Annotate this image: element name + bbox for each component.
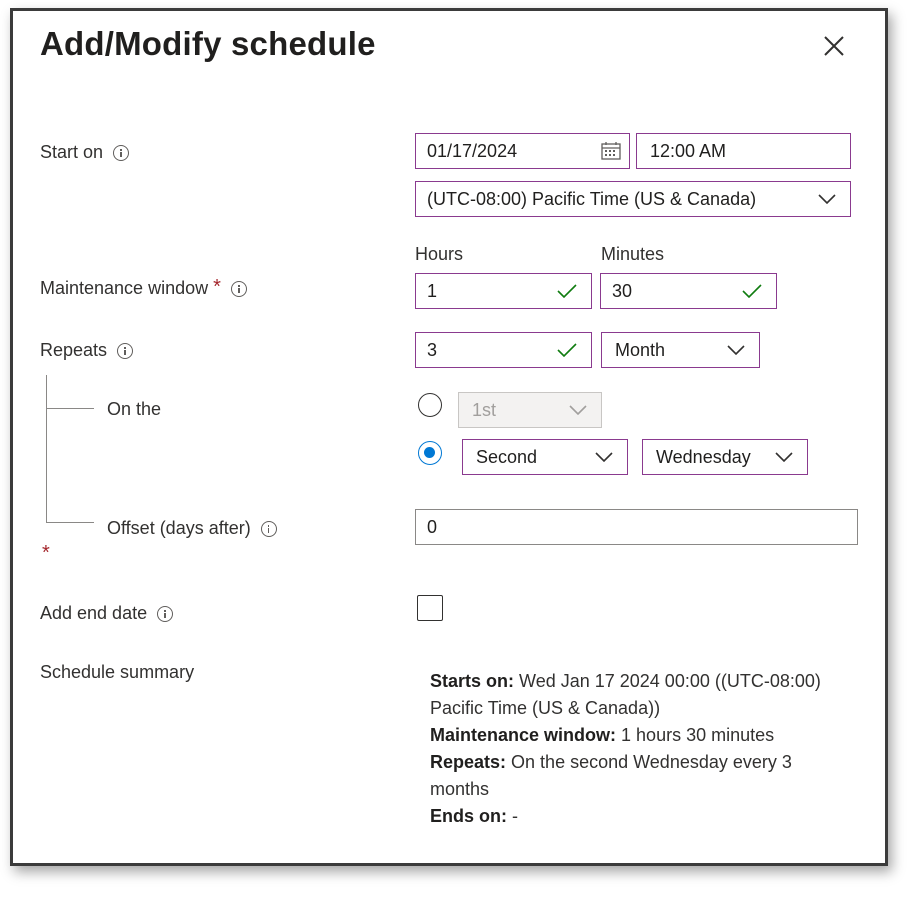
- repeats-label: Repeats: [40, 340, 134, 361]
- summary-repeats-label: Repeats:: [430, 752, 507, 772]
- start-time-input[interactable]: 12:00 AM: [636, 133, 851, 169]
- offset-label-text: Offset (days after): [107, 518, 251, 538]
- week-ordinal-value: Second: [476, 446, 538, 467]
- end-date-label-text: Add end date: [40, 603, 148, 623]
- minutes-input[interactable]: 30: [600, 273, 777, 309]
- hours-input[interactable]: 1: [415, 273, 592, 309]
- checkmark-icon: [557, 343, 577, 357]
- week-ordinal-dropdown[interactable]: Second: [462, 439, 628, 475]
- weekday-radio[interactable]: [418, 441, 442, 465]
- required-mark: *: [42, 542, 50, 564]
- start-on-label-text: Start on: [40, 142, 104, 162]
- repeats-unit-dropdown[interactable]: Month: [601, 332, 760, 368]
- tree-connector: [46, 375, 47, 523]
- summary-window: Maintenance window: 1 hours 30 minutes: [430, 722, 850, 749]
- calendar-icon[interactable]: [601, 142, 621, 160]
- hours-value: 1: [427, 280, 438, 301]
- summary-starts-on: Starts on: Wed Jan 17 2024 00:00 ((UTC-0…: [430, 668, 850, 722]
- day-of-month-radio[interactable]: [418, 393, 442, 417]
- minutes-value: 30: [612, 280, 633, 301]
- chevron-down-icon: [818, 194, 836, 204]
- minutes-label: Minutes: [601, 244, 665, 264]
- on-the-label: On the: [107, 399, 162, 419]
- summary-ends-on-label: Ends on:: [430, 806, 507, 826]
- checkmark-icon: [557, 284, 577, 298]
- tree-connector: [46, 522, 94, 523]
- hours-label: Hours: [415, 244, 464, 264]
- schedule-dialog: Add/Modify schedule Start on 01/17/2024 …: [10, 8, 888, 866]
- chevron-down-icon: [727, 345, 745, 355]
- required-mark: *: [213, 276, 221, 298]
- schedule-summary-label: Schedule summary: [40, 662, 195, 682]
- close-icon: [824, 36, 844, 56]
- summary-ends-on: Ends on: -: [430, 803, 850, 830]
- repeats-label-text: Repeats: [40, 340, 108, 360]
- close-button[interactable]: [821, 33, 847, 59]
- weekday-value: Wednesday: [656, 446, 751, 467]
- info-icon[interactable]: [157, 606, 174, 623]
- repeats-count-value: 3: [427, 339, 438, 360]
- start-time-value: 12:00 AM: [650, 140, 727, 161]
- day-of-month-dropdown: 1st: [458, 392, 602, 428]
- checkmark-icon: [742, 284, 762, 298]
- end-date-label: Add end date: [40, 603, 174, 624]
- start-on-label: Start on: [40, 142, 130, 163]
- maintenance-window-label-text: Maintenance window: [40, 278, 209, 298]
- info-icon[interactable]: [117, 343, 134, 360]
- add-end-date-checkbox[interactable]: [417, 595, 443, 621]
- info-icon[interactable]: [113, 145, 130, 162]
- info-icon[interactable]: [230, 281, 247, 298]
- schedule-summary: Starts on: Wed Jan 17 2024 00:00 ((UTC-0…: [430, 668, 850, 830]
- offset-input[interactable]: 0: [415, 509, 858, 545]
- summary-ends-on-value: -: [512, 806, 519, 826]
- maintenance-window-label: Maintenance window *: [40, 276, 247, 299]
- tree-connector: [46, 408, 94, 409]
- chevron-down-icon: [595, 452, 613, 462]
- repeats-unit-value: Month: [615, 339, 666, 360]
- summary-window-label: Maintenance window:: [430, 725, 617, 745]
- repeats-count-input[interactable]: 3: [415, 332, 592, 368]
- timezone-value: (UTC-08:00) Pacific Time (US & Canada): [427, 188, 757, 209]
- weekday-dropdown[interactable]: Wednesday: [642, 439, 808, 475]
- day-of-month-value: 1st: [472, 399, 497, 420]
- start-date-picker[interactable]: 01/17/2024: [415, 133, 630, 169]
- timezone-dropdown[interactable]: (UTC-08:00) Pacific Time (US & Canada): [415, 181, 851, 217]
- info-icon[interactable]: [260, 521, 277, 538]
- start-date-value: 01/17/2024: [427, 140, 518, 161]
- dialog-title: Add/Modify schedule: [40, 25, 376, 62]
- offset-label: Offset (days after): [107, 518, 277, 539]
- summary-starts-on-label: Starts on:: [430, 671, 515, 691]
- summary-repeats: Repeats: On the second Wednesday every 3…: [430, 749, 850, 803]
- offset-value: 0: [427, 516, 438, 537]
- chevron-down-icon: [569, 405, 587, 415]
- chevron-down-icon: [775, 452, 793, 462]
- summary-window-value: 1 hours 30 minutes: [621, 725, 775, 745]
